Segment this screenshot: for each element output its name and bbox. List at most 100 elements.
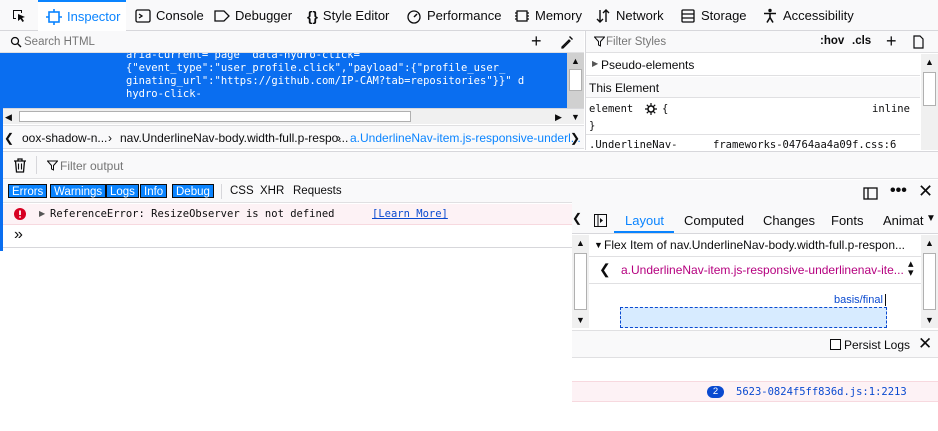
scroll-up-arrow-icon[interactable]: ▲ [572,235,589,251]
flex-item-selector[interactable]: a.UnderlineNav-item.js-responsive-underl… [621,263,904,277]
scroll-down-arrow-icon[interactable]: ▼ [567,109,584,125]
more-options-icon[interactable]: ••• [890,182,907,200]
tab-label: Debugger [235,8,293,23]
memory-icon [515,9,529,22]
network-icon [596,8,610,23]
inspector-icon [46,8,62,25]
scroll-up-arrow-icon[interactable]: ▲ [921,235,938,251]
markup-vertical-scrollbar[interactable]: ▲ [567,53,584,108]
tabs-overflow-icon[interactable]: ▼ [926,213,936,224]
search-html-input[interactable] [24,33,504,50]
inline-source-link[interactable]: inline [872,103,910,115]
console-input[interactable]: » [0,226,572,248]
tab-label: Storage [701,8,747,23]
sidebar-panel-icon[interactable] [594,214,607,227]
tab-network[interactable]: Network [595,0,664,31]
learn-more-link[interactable]: [Learn More] [372,208,448,220]
tab-storage[interactable]: Storage [680,0,747,31]
filter-debug[interactable]: Debug [172,184,214,198]
tab-label: Network [616,8,664,23]
persist-logs-bar: Persist Logs ✕ [572,330,938,358]
error-icon [14,208,26,220]
scroll-up-arrow-icon[interactable]: ▲ [567,53,584,69]
scrollbar-thumb[interactable] [19,111,411,122]
layout-right-scrollbar[interactable]: ▲ ▼ [921,235,938,328]
gear-icon[interactable] [645,103,657,115]
element-picker-button[interactable] [4,0,34,31]
close-split-console-icon[interactable]: ✕ [918,334,932,354]
scrollbar-thumb[interactable] [923,253,936,310]
filter-styles-input[interactable] [606,34,786,50]
devtools-toolbar: Inspector Console Debugger {} Style Edit… [0,0,938,31]
tab-accessibility[interactable]: Accessibility [762,0,854,31]
this-element-label: This Element [589,81,660,95]
item-switcher-icon[interactable]: ▴ ▾ [908,259,914,279]
tabs-scroll-left-icon[interactable]: ❮ [572,211,582,225]
tab-inspector[interactable]: Inspector [38,0,126,31]
console-error-message[interactable]: ▶ ReferenceError: ResizeObserver is not … [0,204,572,225]
breadcrumb-scroll-right-icon[interactable]: ❯ [570,131,580,145]
filter-errors[interactable]: Errors [8,184,48,198]
close-devtools-icon[interactable]: ✕ [918,181,933,202]
persist-logs-label[interactable]: Persist Logs [844,338,910,352]
tab-style-editor[interactable]: {} Style Editor [307,0,389,31]
scroll-right-arrow-icon[interactable]: ▶ [550,109,567,125]
message-source-link[interactable]: 5623-0824f5ff836d.js:1:2213 [736,386,907,398]
scroll-down-arrow-icon[interactable]: ▼ [572,312,589,328]
breadcrumb-item[interactable]: oox-shadow-n... [22,131,107,145]
filter-warnings[interactable]: Warnings [50,184,107,198]
breadcrumb: ❮ oox-shadow-n... › nav.UnderlineNav-bod… [0,125,584,149]
scrollbar-thumb[interactable] [569,69,582,91]
rules-vertical-scrollbar[interactable]: ▲ [921,54,938,150]
eyedropper-icon[interactable] [559,34,575,50]
trash-icon[interactable] [13,158,27,173]
filter-xhr[interactable]: XHR [257,184,287,198]
tab-animations[interactable]: Animat [883,213,923,228]
markup-line: aria-current="page" data-hydro-click= [126,53,360,61]
layout-left-scrollbar[interactable]: ▲ ▼ [572,235,589,328]
scrollbar-thumb[interactable] [923,72,936,106]
print-simulation-icon[interactable] [912,35,925,49]
divider [221,184,222,199]
tab-changes[interactable]: Changes [763,213,815,228]
expand-arrow-icon[interactable]: ▶ [39,209,45,218]
breadcrumb-scroll-left-icon[interactable]: ❮ [4,131,14,145]
pseudo-elements-row[interactable]: ▶ Pseudo-elements [586,54,920,76]
hov-button[interactable]: :hov [820,35,844,47]
breadcrumb-item-selected[interactable]: a.UnderlineNav-item.js-responsive-underl… [350,131,581,145]
scroll-up-arrow-icon[interactable]: ▲ [921,54,938,70]
flex-item-header[interactable]: ▼ Flex Item of nav.UnderlineNav-body.wid… [572,235,938,257]
scroll-down-arrow-icon[interactable]: ▼ [921,312,938,328]
tab-label: Inspector [67,9,121,24]
filter-css[interactable]: CSS [227,184,257,198]
rule-source-link[interactable]: frameworks-04764aa4a09f.css:6 [713,139,896,151]
add-rule-button[interactable]: + [886,31,897,51]
back-arrow-icon[interactable]: ❮ [599,261,611,278]
markup-horizontal-scrollbar[interactable]: ◀ ▶ ▼ [0,108,584,124]
storage-icon [681,8,695,23]
add-node-button[interactable]: + [531,31,542,51]
tab-debugger[interactable]: Debugger [214,0,292,31]
expand-arrow-icon: ▶ [592,59,599,68]
scrollbar-thumb[interactable] [574,253,587,310]
tab-fonts[interactable]: Fonts [831,213,864,228]
filter-output-input[interactable] [60,157,460,174]
tab-layout[interactable]: Layout [625,213,664,228]
cls-button[interactable]: .cls [852,35,871,47]
markup-line: hydro-click- [126,88,202,100]
tab-performance[interactable]: Performance [406,0,501,31]
tab-label: Console [156,8,204,23]
filter-info[interactable]: Info [140,184,168,198]
console-message-row[interactable]: 2 5623-0824f5ff836d.js:1:2213 [572,381,938,402]
sidebar-toggle-icon[interactable] [863,186,878,201]
tab-computed[interactable]: Computed [684,213,744,228]
tab-console[interactable]: Console [135,0,204,31]
breadcrumb-item[interactable]: nav.UnderlineNav-body.width-full.p-respo… [120,131,348,145]
console-toolbar [0,151,938,179]
pseudo-elements-label: Pseudo-elements [601,58,695,72]
flex-item-selector-row[interactable]: ❮ a.UnderlineNav-item.js-responsive-unde… [572,258,938,284]
tab-memory[interactable]: Memory [514,0,582,31]
persist-logs-checkbox[interactable] [830,339,841,350]
filter-requests[interactable]: Requests [290,184,345,198]
filter-logs[interactable]: Logs [106,184,139,198]
